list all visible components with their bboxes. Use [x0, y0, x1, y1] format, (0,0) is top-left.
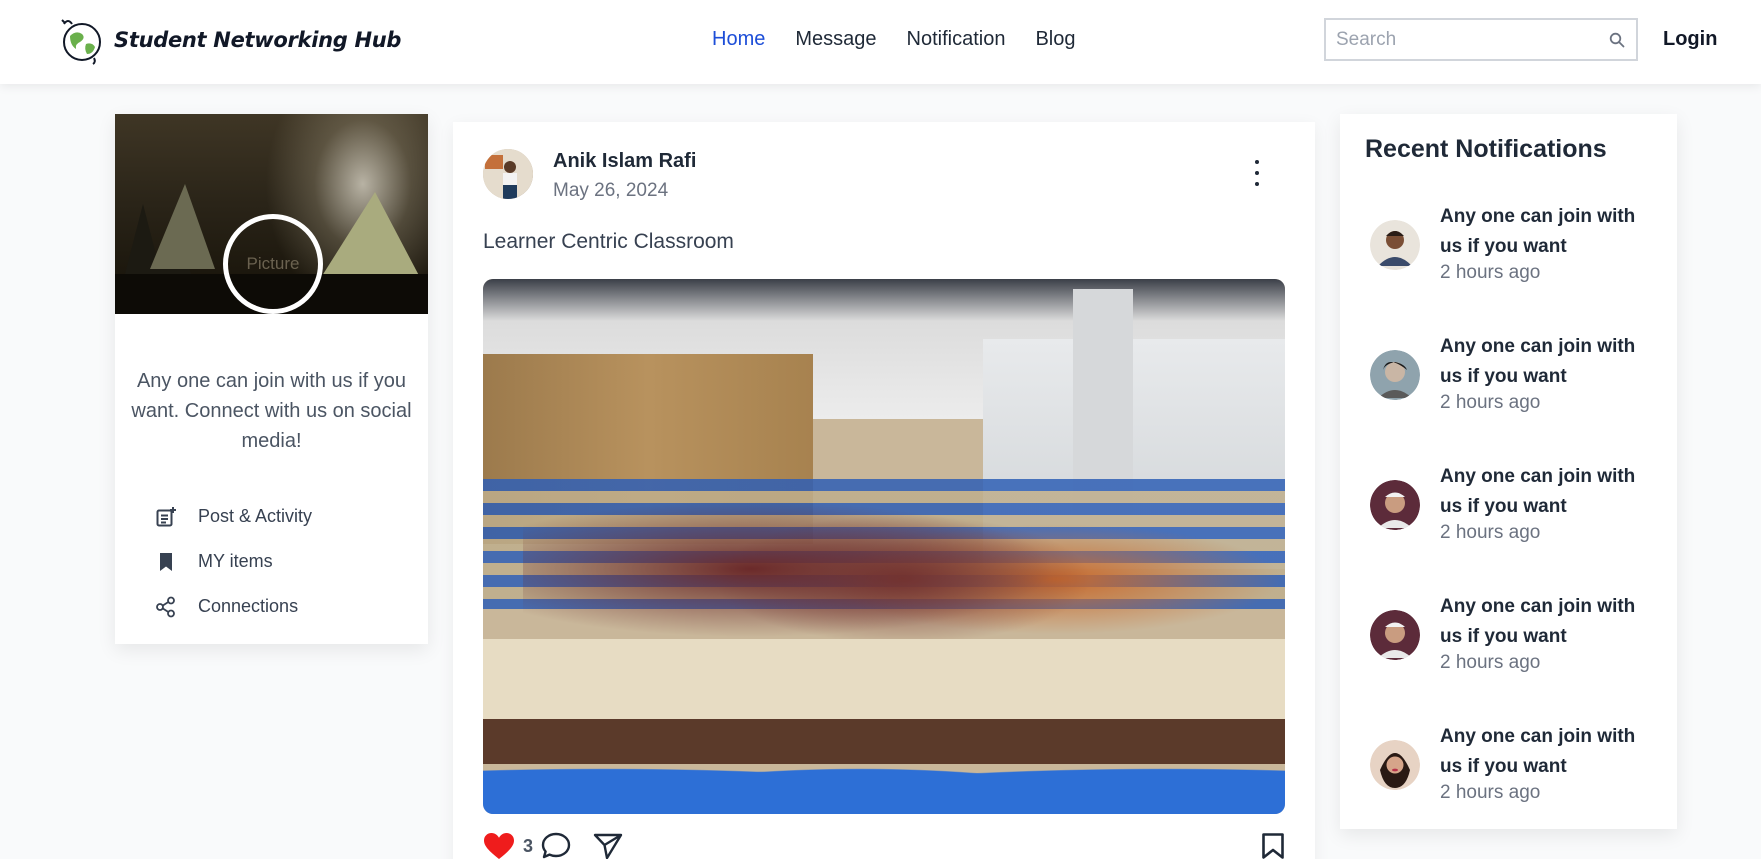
post-author-avatar[interactable] — [483, 149, 533, 199]
save-post-button[interactable] — [1261, 832, 1285, 859]
brand-name: Student Networking Hub — [114, 28, 402, 52]
profile-about: Any one can join with us if you want. Co… — [131, 370, 412, 452]
navbar: Student Networking Hub Home Message Noti… — [0, 0, 1761, 84]
notification-time: 2 hours ago — [1440, 262, 1541, 283]
user-avatar — [1370, 480, 1420, 530]
heart-icon — [484, 833, 514, 859]
post-card: Anik Islam Rafi May 26, 2024 Learner Cen… — [453, 122, 1315, 859]
bookmark-icon — [155, 551, 177, 573]
globe-logo-icon — [61, 19, 101, 65]
login-button[interactable]: Login — [1663, 28, 1717, 51]
cover-tent — [150, 184, 215, 269]
profile-avatar[interactable]: Picture — [223, 214, 323, 314]
notification-item[interactable]: Any one can join with us if you want 2 h… — [1340, 202, 1677, 332]
notification-text: Any one can join with us if you want — [1440, 336, 1636, 387]
menu-item-post-activity[interactable]: Post & Activity — [155, 494, 312, 539]
profile-card: Picture Any one can join with us if you … — [115, 114, 428, 644]
search-icon[interactable] — [1598, 20, 1636, 59]
menu-item-connections[interactable]: Connections — [155, 584, 312, 629]
menu-item-my-items[interactable]: MY items — [155, 539, 312, 584]
notification-item[interactable]: Any one can join with us if you want 2 h… — [1340, 722, 1677, 852]
menu-label: Post & Activity — [198, 506, 313, 526]
user-avatar — [1370, 350, 1420, 400]
notification-text: Any one can join with us if you want — [1440, 726, 1636, 777]
post-author-name[interactable]: Anik Islam Rafi — [553, 150, 696, 173]
nav-notification[interactable]: Notification — [907, 28, 1006, 51]
user-avatar — [1370, 740, 1420, 790]
share-icon — [155, 596, 177, 618]
cover-tent — [315, 192, 425, 287]
cover-photo: Picture — [115, 114, 428, 314]
avatar-alt-text: Picture — [246, 254, 300, 273]
post-caption: Learner Centric Classroom — [483, 230, 734, 253]
like-count: 3 — [523, 835, 534, 856]
notification-time: 2 hours ago — [1440, 782, 1541, 803]
post-photo-classroom[interactable] — [483, 279, 1285, 814]
like-button[interactable]: 3 — [483, 832, 533, 859]
comment-button[interactable] — [541, 832, 571, 859]
notifications-title: Recent Notifications — [1365, 135, 1607, 163]
comment-icon — [541, 832, 571, 859]
notification-time: 2 hours ago — [1440, 392, 1541, 413]
notification-item[interactable]: Any one can join with us if you want 2 h… — [1340, 462, 1677, 592]
menu-label: Connections — [198, 596, 299, 616]
notification-item[interactable]: Any one can join with us if you want 2 h… — [1340, 332, 1677, 462]
notifications-panel: Recent Notifications Any one can join wi… — [1340, 114, 1677, 829]
share-button[interactable] — [593, 832, 623, 859]
notification-text: Any one can join with us if you want — [1440, 466, 1636, 517]
notification-time: 2 hours ago — [1440, 652, 1541, 673]
notification-time: 2 hours ago — [1440, 522, 1541, 543]
post-date: May 26, 2024 — [553, 180, 669, 201]
user-avatar — [1370, 610, 1420, 660]
profile-menu: Post & Activity MY items Connections — [155, 494, 312, 629]
brand[interactable]: Student Networking Hub — [56, 14, 401, 66]
notification-text: Any one can join with us if you want — [1440, 206, 1636, 257]
nav-blog[interactable]: Blog — [1035, 28, 1075, 51]
menu-label: MY items — [198, 551, 273, 571]
notification-item[interactable]: Any one can join with us if you want 2 h… — [1340, 592, 1677, 722]
bookmark-outline-icon — [1262, 833, 1284, 859]
nav-message[interactable]: Message — [795, 28, 876, 51]
main-nav: Home Message Notification Blog — [712, 28, 1105, 51]
user-avatar — [1370, 220, 1420, 270]
search-box — [1324, 18, 1638, 61]
nav-home[interactable]: Home — [712, 28, 765, 51]
post-actions: 3 — [483, 832, 1285, 859]
search-input[interactable] — [1326, 20, 1598, 59]
more-options-icon[interactable] — [1250, 160, 1264, 186]
notification-text: Any one can join with us if you want — [1440, 596, 1636, 647]
notifications-list: Any one can join with us if you want 2 h… — [1340, 202, 1677, 852]
send-icon — [593, 833, 623, 859]
post-add-icon — [155, 506, 177, 528]
